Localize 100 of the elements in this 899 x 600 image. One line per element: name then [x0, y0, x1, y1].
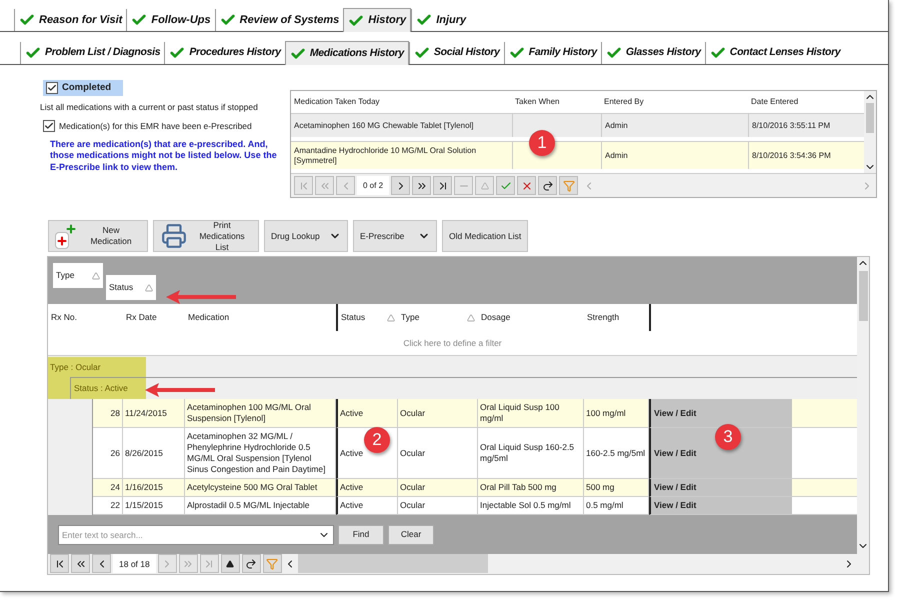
- sort-icon: [145, 284, 153, 292]
- column-header[interactable]: Strength: [584, 304, 649, 332]
- group-row[interactable]: Status : Active: [70, 377, 146, 400]
- table-cell: Admin: [601, 142, 748, 169]
- filter-row[interactable]: Click here to define a filter: [48, 331, 857, 356]
- table-cell: 160-2.5 mg/5ml: [584, 428, 649, 480]
- checkbox[interactable]: [43, 120, 55, 132]
- table-cell: 100 mg/ml: [584, 399, 649, 428]
- toolbar-button[interactable]: New Medication: [48, 220, 148, 252]
- table-cell: Oral Liquid Susp 160-2.5 mg/5ml: [478, 428, 584, 480]
- table-cell: Active: [336, 497, 398, 516]
- tab[interactable]: Follow-Ups: [126, 9, 215, 31]
- table-cell: Ocular: [398, 428, 478, 480]
- up-icon[interactable]: [220, 554, 240, 574]
- group-chip[interactable]: Type: [53, 263, 103, 288]
- group-chip[interactable]: Status: [106, 275, 156, 300]
- table-cell: Acetaminophen 32 MG/ML / Phenylephrine Hydrochloride 0.5 MG/ML Oral Suspension [Tylenol Sinus Congestion and Pain Daytime]: [185, 428, 336, 480]
- previous-page-icon[interactable]: [71, 554, 90, 574]
- tab[interactable]: Contact Lenses History: [704, 42, 844, 64]
- column-header[interactable]: Rx No.: [48, 304, 123, 332]
- table-cell: 0.5 mg/ml: [584, 497, 649, 516]
- printer-icon: [160, 223, 188, 249]
- table-cell: Acetylcysteine 500 MG Oral Tablet: [185, 479, 336, 498]
- column-header[interactable]: Type: [398, 304, 478, 332]
- previous-icon[interactable]: [92, 554, 111, 574]
- table-cell: 1/15/2015: [123, 497, 185, 516]
- table-cell: [792, 497, 857, 516]
- grid-row[interactable]: Acetaminophen 160 MG Chewable Tablet [Tylenol] Admin 8/10/2016 3:55:11 PM: [291, 113, 864, 137]
- table-cell: Ocular: [398, 479, 478, 498]
- check-icon: [348, 12, 364, 28]
- table-cell-text: Acetaminophen 160 MG Chewable Tablet [Tylenol]: [293, 120, 475, 132]
- column-header[interactable]: Medication: [185, 304, 336, 332]
- table-cell: Ocular: [398, 497, 478, 516]
- toolbar-button[interactable]: Drug Lookup: [264, 220, 348, 252]
- table-cell: Active: [336, 479, 398, 498]
- view-edit-link[interactable]: View / Edit: [649, 479, 792, 498]
- last-page-icon[interactable]: [433, 176, 452, 195]
- table-cell: [792, 428, 857, 480]
- search-button[interactable]: Find: [338, 524, 384, 545]
- scroll-thumb[interactable]: [858, 271, 868, 321]
- table-cell: 28: [93, 399, 123, 428]
- table-cell: Ocular: [398, 399, 478, 428]
- scroll-thumb[interactable]: [866, 103, 874, 133]
- tab[interactable]: Injury: [411, 9, 470, 31]
- toolbar-button[interactable]: E-Prescribe: [353, 220, 437, 252]
- next-page-icon[interactable]: [412, 176, 432, 195]
- table-cell: Active: [336, 399, 398, 428]
- sort-icon: [92, 272, 100, 280]
- check-icon[interactable]: [496, 176, 516, 195]
- table-cell: Admin: [601, 114, 748, 137]
- table-cell: Acetaminophen 100 MG/ML Oral Suspension [Tylenol]: [185, 399, 336, 428]
- scrollbar[interactable]: [857, 257, 869, 574]
- table-cell: 26: [93, 428, 123, 480]
- group-indent: [48, 377, 70, 400]
- table-cell: Injectable Sol 0.5 mg/ml: [478, 497, 584, 516]
- view-edit-link[interactable]: View / Edit: [649, 497, 792, 516]
- table-cell: 1/16/2015: [123, 479, 185, 498]
- table-cell-text: Amantadine Hydrochloride 10 MG/ML Oral Solution [Symmetrel]: [293, 144, 478, 167]
- column-header[interactable]: Dosage: [478, 304, 584, 332]
- column-header: Entered By: [603, 96, 645, 108]
- group-row[interactable]: Type : Ocular: [48, 357, 146, 378]
- toolbar-button[interactable]: Print Medications List: [153, 220, 259, 252]
- column-header[interactable]: Rx Date: [123, 304, 185, 332]
- table-cell: 11/24/2015: [123, 399, 185, 428]
- tab[interactable]: Problem List / Diagnosis: [20, 42, 164, 64]
- page-indicator: 0 of 2: [357, 176, 390, 195]
- next-icon[interactable]: [391, 176, 410, 195]
- table-cell: 24: [93, 479, 123, 498]
- instruction-text: List all medications with a current or past status if stopped: [40, 101, 259, 114]
- checkbox[interactable]: [46, 82, 58, 94]
- completed-checkbox-row[interactable]: Completed: [43, 80, 123, 96]
- tab[interactable]: Reason for Visit: [14, 9, 126, 31]
- scrollbar[interactable]: [864, 91, 876, 173]
- column-header[interactable]: Status: [336, 304, 398, 332]
- warning-text: There are medication(s) that are e-prescribed. And, those medications might not be listed below. Use the E-Prescribe link to view them.: [50, 138, 278, 174]
- sort-icon: [387, 314, 395, 322]
- tab[interactable]: Glasses History: [600, 42, 705, 64]
- column-header: Taken When: [514, 96, 560, 108]
- search-button[interactable]: Clear: [388, 524, 434, 545]
- eprescribed-label: Medication(s) for this EMR have been e-Prescribed: [59, 120, 252, 133]
- table-cell: Alprostadil 0.5 MG/ML Injectable: [185, 497, 336, 516]
- table-cell: 500 mg: [584, 479, 649, 498]
- tab[interactable]: History: [343, 8, 412, 32]
- view-edit-link[interactable]: View / Edit: [649, 399, 792, 428]
- table-cell: 8/10/2016 3:54:36 PM: [748, 142, 861, 169]
- sort-icon: [467, 314, 475, 322]
- horizontal-scroll-thumb[interactable]: [298, 554, 488, 574]
- tab[interactable]: Family History: [504, 42, 601, 64]
- redo-icon[interactable]: [242, 554, 261, 574]
- tab[interactable]: Social History: [408, 42, 504, 64]
- redo-icon[interactable]: [538, 176, 558, 195]
- first-page-icon[interactable]: [50, 554, 69, 574]
- close-icon[interactable]: [517, 176, 536, 195]
- toolbar-button[interactable]: Old Medication List: [442, 220, 528, 252]
- table-cell: Oral Liquid Susp 100 mg/ml: [478, 399, 584, 428]
- column-header: Date Entered: [750, 96, 800, 108]
- table-cell: [792, 479, 857, 498]
- tab[interactable]: Medications History: [284, 41, 409, 65]
- table-cell: Oral Pill Tab 500 mg: [478, 479, 584, 498]
- search-field[interactable]: Enter text to search...: [58, 524, 334, 545]
